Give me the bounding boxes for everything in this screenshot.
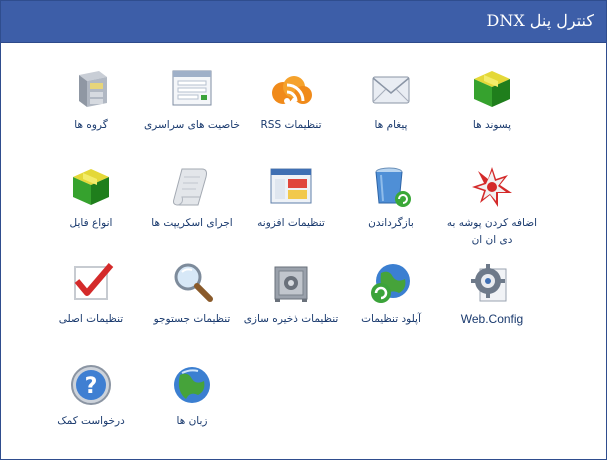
panel-header: کنترل پنل DNX	[1, 1, 606, 43]
item-label: پسوند ها	[472, 119, 512, 131]
recycle-bin-icon	[375, 167, 411, 207]
magnifier-icon	[174, 263, 213, 302]
help-question-icon: ?	[71, 365, 111, 405]
item-label: تنظیمات افزونه	[257, 217, 325, 229]
control-item-web-config[interactable]: Web.Config	[442, 259, 542, 328]
item-label: گروه ها	[74, 119, 108, 131]
page-title: کنترل پنل DNX	[486, 11, 594, 30]
globe-sync-icon	[371, 264, 410, 303]
rss-feed-icon	[272, 76, 312, 104]
control-item-file-types[interactable]: انواع فایل	[41, 163, 141, 232]
control-item-rss-settings[interactable]: تنظیمات RSS	[241, 65, 341, 134]
item-label: اضافه کردن پوشه به دی ان ان	[446, 217, 538, 246]
checkmark-icon	[74, 263, 114, 300]
item-label: Web.Config	[460, 312, 524, 326]
safe-icon	[274, 266, 308, 302]
control-item-groups[interactable]: گروه ها	[41, 65, 141, 134]
control-item-add-folder[interactable]: اضافه کردن پوشه به دی ان ان	[442, 163, 542, 249]
gear-document-icon	[471, 264, 507, 302]
envelope-icon	[372, 76, 410, 104]
control-item-restore[interactable]: بازگرداندن	[341, 163, 441, 232]
item-label: تنظیمات ذخیره سازی	[243, 313, 339, 325]
file-cabinet-icon	[79, 71, 107, 107]
control-item-run-scripts[interactable]: اجرای اسکریپت ها	[142, 163, 242, 232]
item-label: درخواست کمک	[57, 415, 125, 427]
control-item-global-properties[interactable]: خاصیت های سراسری	[142, 65, 242, 134]
item-label: تنظیمات جستوجو	[153, 313, 231, 325]
extension-window-icon	[270, 168, 312, 204]
svg-text:?: ?	[85, 374, 98, 399]
control-item-languages[interactable]: زبان ها	[142, 361, 242, 430]
green-cube-icon	[474, 71, 510, 107]
item-label: بازگرداندن	[368, 217, 414, 229]
globe-icon	[174, 367, 210, 403]
item-label: زبان ها	[176, 415, 208, 427]
item-label: پیغام ها	[374, 119, 408, 131]
control-item-messages[interactable]: پیغام ها	[341, 65, 441, 134]
control-panel: کنترل پنل DNX پسوند ها پیغام ها تنظیمات …	[0, 0, 607, 460]
item-label: تنظیمات RSS	[260, 119, 322, 131]
add-folder-star-icon	[472, 167, 512, 207]
control-item-main-settings[interactable]: تنظیمات اصلی	[41, 259, 141, 328]
item-label: آپلود تنظیمات	[361, 313, 421, 325]
item-label: اجرای اسکریپت ها	[151, 217, 233, 229]
control-item-upload-settings[interactable]: آپلود تنظیمات	[341, 259, 441, 328]
form-window-icon	[172, 70, 212, 106]
file-types-cube-icon	[73, 169, 109, 205]
item-label: خاصیت های سراسری	[143, 119, 241, 131]
item-label: تنظیمات اصلی	[58, 313, 124, 325]
item-label: انواع فایل	[69, 217, 113, 229]
control-item-extensions[interactable]: پسوند ها	[442, 65, 542, 134]
control-item-search-settings[interactable]: تنظیمات جستوجو	[142, 259, 242, 328]
control-item-help-request[interactable]: ? درخواست کمک	[41, 361, 141, 430]
control-item-extension-settings[interactable]: تنظیمات افزونه	[241, 163, 341, 232]
control-item-storage-settings[interactable]: تنظیمات ذخیره سازی	[241, 259, 341, 328]
script-scroll-icon	[173, 168, 207, 206]
